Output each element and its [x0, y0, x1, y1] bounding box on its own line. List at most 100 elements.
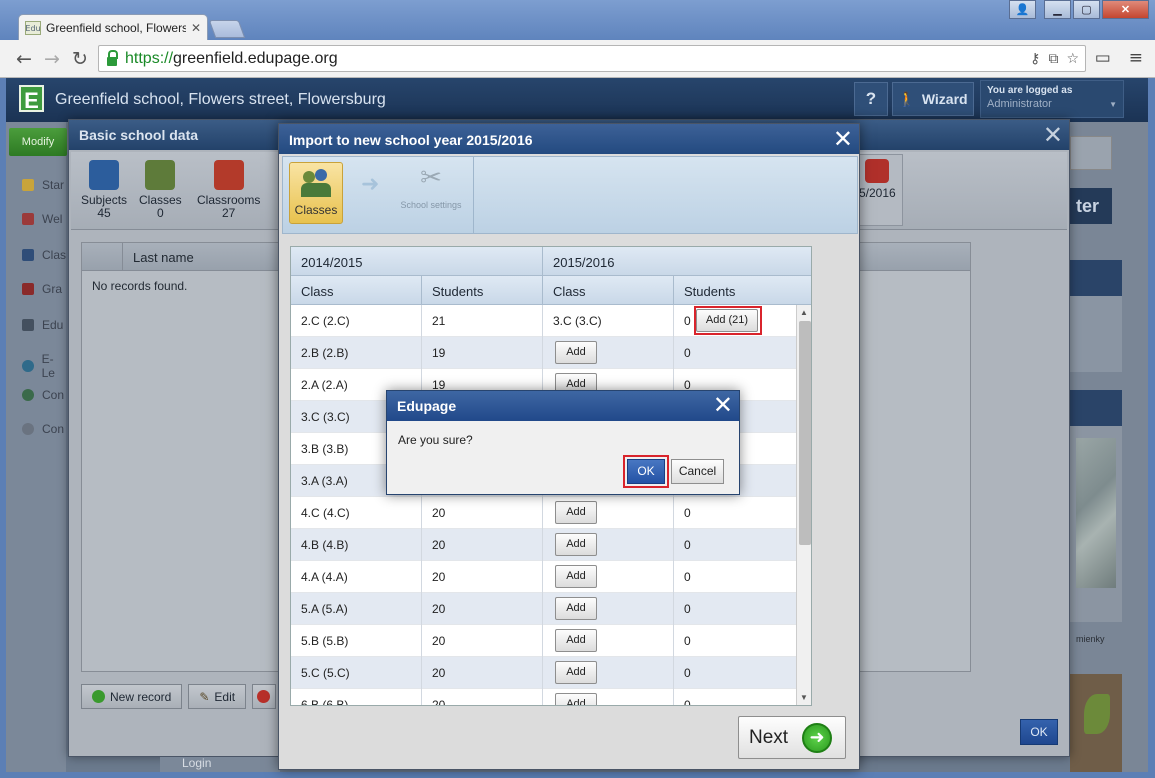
sidebar-item-grades[interactable]: Gra	[22, 282, 62, 296]
wizard-button[interactable]: 🚶 Wizard	[892, 82, 974, 116]
new-students-cell: 0	[674, 625, 795, 657]
step-classes[interactable]: Classes	[289, 162, 343, 224]
new-tab-button[interactable]	[208, 20, 246, 38]
scroll-thumb[interactable]	[799, 321, 811, 545]
ok-button[interactable]: OK	[1020, 719, 1058, 745]
old-class-cell-text: 4.A (4.A)	[301, 570, 348, 584]
back-arrow-icon[interactable]: ←	[12, 48, 36, 70]
add-class-button[interactable]: Add	[555, 341, 597, 364]
new-students-cell: 0	[674, 689, 795, 705]
old-students-cell-text: 20	[432, 570, 446, 584]
user-profile-icon[interactable]: 👤	[1009, 0, 1036, 19]
column-last-name[interactable]: Last name	[133, 250, 194, 265]
old-class-cell-text: 3.B (3.B)	[301, 442, 349, 456]
sidebar-item-edu[interactable]: Edu	[22, 318, 63, 332]
add-class-button[interactable]: Add	[555, 597, 597, 620]
classrooms-button[interactable]: Classrooms 27	[197, 160, 260, 220]
add-class-button[interactable]: Add	[555, 693, 597, 705]
arrow-right-icon: ➜	[361, 171, 380, 196]
add-class-button[interactable]: Add	[555, 533, 597, 556]
address-bar[interactable]: https://greenfield.edupage.org ⚷ ⧉ ☆	[98, 45, 1086, 72]
old-class-cell-text: 4.B (4.B)	[301, 538, 349, 552]
column-class-old[interactable]: Class	[291, 276, 422, 304]
forward-arrow-icon[interactable]: →	[40, 48, 64, 70]
delete-icon	[257, 690, 271, 703]
grid-body: 2.C (2.C) 21 3.C (3.C) 0 Add (21) 2.B (2.B) 19…	[291, 305, 811, 705]
old-class-cell-text: 5.C (5.C)	[301, 666, 350, 680]
column-students-old[interactable]: Students	[422, 276, 543, 304]
login-info-dropdown[interactable]: You are logged as Administrator ▼	[980, 80, 1124, 118]
add-students-button[interactable]: Add (21)	[696, 309, 758, 332]
cast-icon[interactable]: ▭	[1095, 48, 1111, 68]
maximize-button[interactable]: ▢	[1073, 0, 1100, 19]
window-close-button[interactable]: ✕	[1102, 0, 1149, 19]
edupage-logo[interactable]: E	[19, 85, 44, 113]
add-class-button[interactable]: Add	[555, 661, 597, 684]
sidebar-item-label: E-Le	[41, 352, 55, 380]
gallery-image[interactable]	[1076, 438, 1116, 588]
help-button[interactable]: ?	[854, 82, 888, 116]
key-icon[interactable]: ⚷	[1030, 51, 1040, 67]
classes-count: 0	[157, 206, 164, 220]
sidebar-item-label: Con	[42, 388, 65, 402]
new-students-cell-text: 0	[684, 666, 691, 680]
add-class-button[interactable]: Add	[555, 565, 597, 588]
sidebar-item-classes[interactable]: Clas	[22, 248, 66, 262]
browser-tab[interactable]: Edu Greenfield school, Flowers ✕	[18, 14, 208, 41]
next-button[interactable]: Next ➜	[738, 716, 846, 759]
table-row: 2.C (2.C) 21 3.C (3.C) 0 Add (21)	[291, 305, 811, 337]
scroll-up-icon[interactable]: ▲	[800, 308, 808, 317]
ok-button[interactable]: OK	[627, 459, 665, 484]
sidebar-item-welcome[interactable]: Wel	[22, 212, 62, 226]
new-class-cell: Add	[543, 689, 674, 705]
globe-icon	[22, 360, 34, 372]
lock-icon	[107, 49, 118, 66]
sidebar-item-contact[interactable]: Con	[22, 388, 64, 402]
close-icon[interactable]: ✕	[713, 391, 733, 419]
delete-button[interactable]	[252, 684, 277, 709]
new-class-cell: Add	[543, 497, 674, 529]
old-class-cell: 2.B (2.B)	[291, 337, 422, 369]
add-class-button[interactable]: Add	[555, 501, 597, 524]
translate-icon[interactable]: ⧉	[1048, 51, 1058, 67]
register-button[interactable]: ter	[1070, 188, 1112, 224]
year-header-row: 2014/2015 2015/2016	[291, 247, 811, 276]
sidebar-item-elearning[interactable]: E-Le	[22, 352, 66, 380]
reload-icon[interactable]: ↻	[68, 48, 92, 70]
old-class-cell: 4.C (4.C)	[291, 497, 422, 529]
close-icon[interactable]: ✕	[1043, 121, 1063, 149]
old-students-cell: 20	[422, 593, 543, 625]
scroll-down-icon[interactable]: ▼	[800, 693, 808, 702]
subjects-button[interactable]: Subjects 45	[81, 160, 127, 220]
side-panel	[1070, 260, 1122, 372]
modify-button[interactable]: Modify	[9, 128, 67, 156]
add-class-button[interactable]: Add	[555, 629, 597, 652]
vertical-scrollbar[interactable]: ▲ ▼	[796, 305, 811, 705]
menu-icon[interactable]: ≡	[1129, 48, 1143, 68]
cancel-button[interactable]: Cancel	[671, 459, 724, 484]
search-box[interactable]	[1070, 136, 1112, 170]
edit-button[interactable]: ✎ Edit	[188, 684, 247, 709]
new-class-cell-text: 3.C (3.C)	[553, 314, 602, 328]
sidebar-item-label: Gra	[42, 282, 63, 296]
login-link[interactable]: Login	[160, 757, 280, 772]
old-class-cell: 4.A (4.A)	[291, 561, 422, 593]
new-record-button[interactable]: New record	[81, 684, 183, 709]
sidebar-item-label: Con	[42, 422, 65, 436]
login-user: Administrator	[987, 98, 1052, 110]
step-school-settings[interactable]: ✂ School settings	[393, 163, 469, 210]
sidebar-item-config[interactable]: Con	[22, 422, 64, 436]
new-students-cell-text: 0	[684, 634, 691, 648]
url-protocol: https://	[125, 49, 174, 67]
sidebar: Modify Star Wel Clas Gra Edu E-Le Con Co…	[6, 122, 67, 772]
column-students-new[interactable]: Students	[674, 276, 795, 304]
sidebar-item-start[interactable]: Star	[22, 178, 64, 192]
classes-button[interactable]: Classes 0	[139, 160, 182, 220]
bookmark-star-icon[interactable]: ☆	[1066, 51, 1079, 67]
old-students-cell-text: 21	[432, 314, 446, 328]
tab-close-icon[interactable]: ✕	[191, 21, 201, 35]
walking-person-icon: 🚶	[898, 90, 916, 107]
column-class-new[interactable]: Class	[543, 276, 674, 304]
close-icon[interactable]: ✕	[833, 125, 853, 153]
minimize-button[interactable]: ▁	[1044, 0, 1071, 19]
